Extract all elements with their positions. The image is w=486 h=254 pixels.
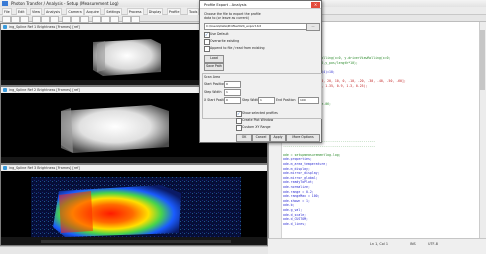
apply-button[interactable]: Apply: [270, 134, 286, 142]
dialog-description-2: data to (or leave as current): [204, 16, 249, 20]
code-line: ode.properties;: [283, 157, 312, 162]
dialog-title: Profile Export - Analysis: [204, 3, 247, 7]
stop-icon[interactable]: [101, 16, 110, 23]
chart-icon[interactable]: [122, 16, 131, 23]
code-line: ode.rangeMax = 100;: [283, 194, 320, 199]
panel-1-title: ing_Spline Ref 1 Brightness [Frames] [re…: [9, 25, 80, 29]
panel-icon: [3, 88, 7, 92]
zoom-in-icon[interactable]: [62, 16, 71, 23]
code-line: ode.mirror_display;: [283, 171, 320, 176]
app-icon: [2, 1, 8, 6]
cancel-button[interactable]: Cancel: [252, 134, 270, 142]
insert-mode: INS: [410, 242, 416, 246]
record-icon[interactable]: [110, 16, 119, 23]
step-width-label: Step Width: [204, 90, 222, 94]
code-line: ode.range = 0.2;: [283, 189, 314, 194]
browse-button[interactable]: ...: [306, 23, 320, 31]
status-bar: Ln 1, Col 1 INS UTF-8: [268, 238, 486, 254]
code-line: ode.mirror_global;: [283, 175, 318, 180]
width-label: Step Width: [242, 98, 260, 102]
save-path-button[interactable]: Save Path: [204, 63, 224, 71]
load-button[interactable]: Load: [204, 55, 224, 63]
code-line: ode.d_CUSTOM;: [283, 217, 308, 222]
start-position-label: Start Position: [204, 82, 226, 86]
scrollbar-thumb[interactable]: [480, 30, 485, 90]
settings-icon[interactable]: [131, 16, 140, 23]
end-position-label: End Position: [276, 98, 296, 102]
ok-button[interactable]: OK: [236, 134, 252, 142]
code-line: ode.g_val;: [283, 208, 303, 212]
copy-icon[interactable]: [41, 16, 50, 23]
append-label: Append to file / read from existing: [210, 46, 265, 50]
width-input[interactable]: 1: [258, 97, 275, 104]
code-line: ode.d_scale;: [283, 212, 307, 217]
close-icon[interactable]: ×: [311, 2, 320, 8]
code-line: ode.m_display;: [283, 166, 310, 171]
zoom-out-icon[interactable]: [71, 16, 80, 23]
end-position-input[interactable]: 100: [298, 97, 319, 104]
code-line: ode.shown = 1;: [283, 198, 310, 203]
panel-2-title: ing_Spline Ref 2 Brightness [Frames] [re…: [9, 88, 80, 92]
more-options-button[interactable]: More Options: [286, 134, 320, 142]
open-icon[interactable]: [11, 16, 20, 23]
fit-icon[interactable]: [80, 16, 89, 23]
code-line: ode.readyToPlot;: [283, 180, 314, 185]
overwrite-label: Overwrite existing: [210, 39, 240, 43]
cut-icon[interactable]: [32, 16, 41, 23]
paste-icon[interactable]: [50, 16, 59, 23]
scan-area-label: Scan Area: [204, 75, 221, 79]
code-line: ode.normalize;: [283, 185, 310, 189]
panel-3-heatmap: [1, 171, 267, 245]
code-line: ----------------------------------------…: [283, 143, 376, 148]
code-line: ode.m_area_temperature;: [283, 162, 328, 166]
panel-status-strip: [0, 246, 268, 254]
create-plot-label: Create Plot Window: [242, 118, 274, 122]
code-line: ode.b;: [283, 203, 295, 208]
code-line: ode = setupmeasurementlog.log;: [283, 152, 341, 157]
panel-icon: [3, 166, 7, 170]
panel-icon: [3, 25, 7, 29]
new-icon[interactable]: [2, 16, 11, 23]
cursor-position: Ln 1, Col 1: [370, 242, 389, 246]
show-profiles-label: Show selected profiles: [242, 111, 278, 115]
panel-3-title: ing_Spline Ref 3 Brightness [Frames] [re…: [9, 166, 80, 170]
save-icon[interactable]: [20, 16, 29, 23]
app-title: Photon Transfer / Analysis - Setup (Meas…: [11, 1, 119, 6]
x-start-input[interactable]: 0: [224, 97, 241, 104]
encoding: UTF-8: [428, 242, 438, 246]
custom-range-label: Custom XY Range: [242, 125, 271, 129]
plot-panel-3[interactable]: ing_Spline Ref 3 Brightness [Frames] [re…: [0, 164, 268, 246]
export-dialog: Profile Export - Analysis × Choose the f…: [199, 0, 322, 143]
use-default-label: Use Default: [210, 32, 229, 36]
step-width-input[interactable]: 1: [224, 89, 241, 96]
code-line: ode.d_lines;: [283, 221, 307, 226]
play-icon[interactable]: [92, 16, 101, 23]
path-input[interactable]: C:\Users\Data\Profile2024_export.txt: [204, 23, 307, 30]
start-position-input[interactable]: 0: [224, 81, 241, 88]
